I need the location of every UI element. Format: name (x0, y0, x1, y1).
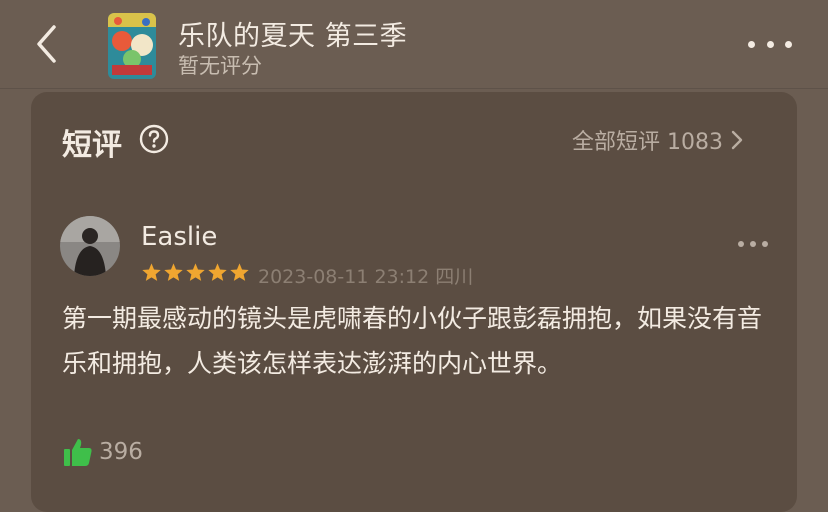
header-divider (0, 88, 828, 89)
like-button[interactable]: 396 (63, 437, 143, 467)
star-icon (186, 263, 205, 281)
thumbs-up-icon (64, 439, 92, 466)
section-title: 短评 (62, 128, 122, 163)
all-reviews-label: 全部短评 1083 (572, 130, 723, 155)
all-reviews-link[interactable]: 全部短评 1083 (572, 124, 743, 156)
more-dot-icon (750, 241, 756, 247)
star-icon (208, 263, 227, 281)
review-username[interactable]: Easlie (141, 222, 217, 252)
top-bar: 乐队的夏天 第三季 暂无评分 (0, 0, 828, 88)
more-dot-icon (748, 40, 755, 48)
show-poster[interactable] (108, 13, 156, 79)
more-dot-icon (785, 40, 792, 48)
show-title: 乐队的夏天 第三季 (178, 21, 408, 52)
review-text: 第一期最感动的镜头是虎啸春的小伙子跟彭磊拥抱，如果没有音乐和拥抱，人类该怎样表达… (62, 304, 763, 378)
star-icon (164, 263, 183, 281)
review-location: 四川 (435, 266, 474, 288)
show-rating: 暂无评分 (178, 54, 262, 78)
avatar[interactable] (60, 216, 120, 276)
more-dot-icon (766, 40, 774, 48)
review-more-button[interactable] (738, 241, 768, 249)
more-dot-icon (762, 241, 768, 247)
more-dot-icon (738, 241, 744, 247)
chevron-left-icon (37, 25, 56, 63)
review-meta: 2023-08-11 23:12 四川 (258, 262, 473, 289)
star-rating (141, 262, 250, 283)
review-datetime: 2023-08-11 23:12 (258, 266, 430, 288)
help-icon[interactable] (139, 124, 169, 154)
star-icon (142, 263, 161, 281)
chevron-right-icon (731, 130, 743, 150)
like-count: 396 (99, 439, 143, 465)
more-options-button[interactable] (748, 34, 792, 54)
star-icon (230, 263, 249, 281)
back-button[interactable] (26, 20, 66, 68)
